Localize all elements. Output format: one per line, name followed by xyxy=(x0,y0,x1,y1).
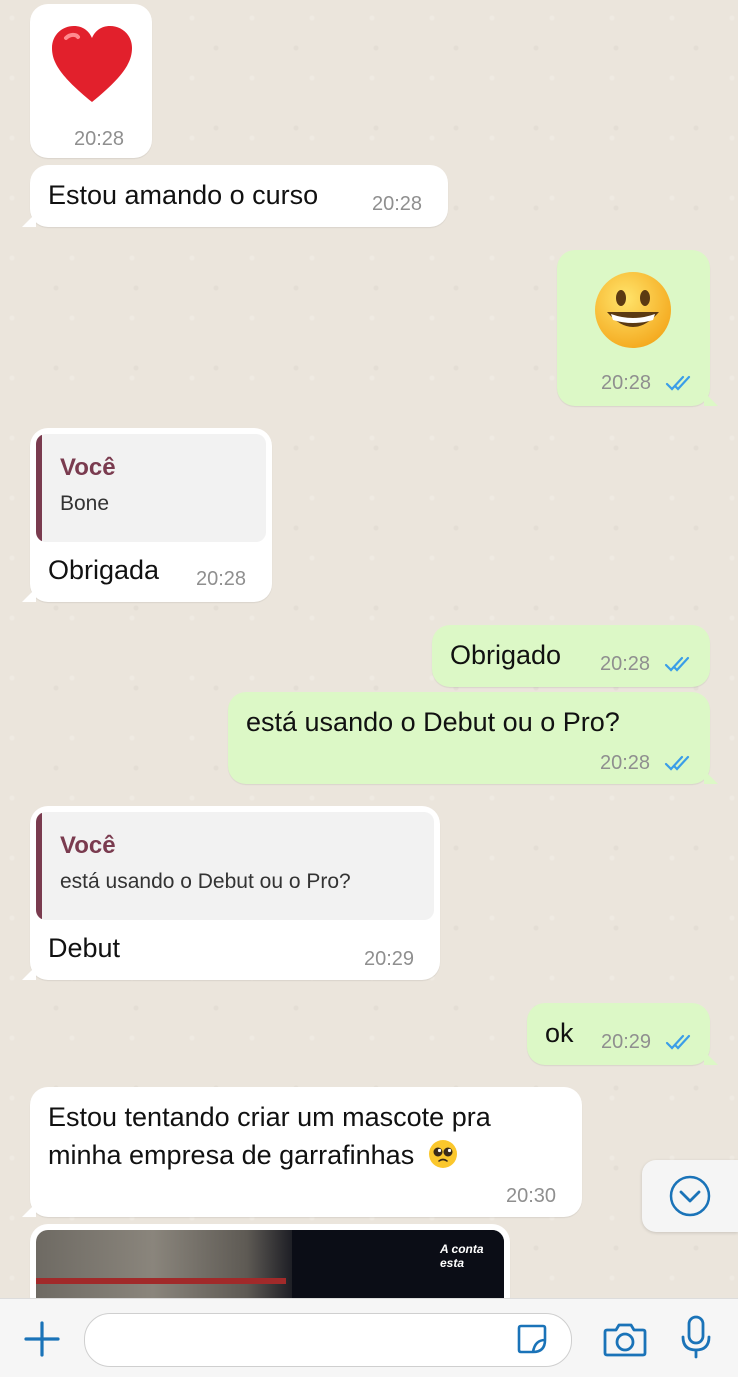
quote-bar xyxy=(36,812,42,920)
chevron-down-icon xyxy=(669,1175,711,1217)
message-reply[interactable]: Você está usando o Debut ou o Pro? Debut… xyxy=(22,806,440,980)
message-time: 20:28 xyxy=(601,372,652,394)
read-checks-icon xyxy=(665,1034,691,1050)
read-checks-icon xyxy=(664,755,690,771)
message-text: ok xyxy=(545,1018,574,1048)
message-heart[interactable]: 20:28 xyxy=(30,4,152,158)
message-text: está usando o Debut ou o Pro? xyxy=(246,707,620,737)
quote-bar xyxy=(36,434,42,542)
quote-text: está usando o Debut ou o Pro? xyxy=(60,870,351,893)
message-time: 20:28 xyxy=(600,653,651,675)
red-heart-emoji-icon xyxy=(52,26,132,102)
message-outgoing[interactable]: Obrigado 20:28 xyxy=(432,625,710,687)
message-text-line-1: Estou tentando criar um mascote pra xyxy=(48,1102,491,1132)
image-thumbnail[interactable]: A conta esta xyxy=(36,1230,504,1298)
message-text: Obrigado xyxy=(450,640,562,670)
message-outgoing[interactable]: ok 20:29 xyxy=(527,1003,718,1065)
message-outgoing[interactable]: está usando o Debut ou o Pro? 20:28 xyxy=(228,692,718,784)
message-time: 20:29 xyxy=(364,948,415,970)
chat-area[interactable]: 20:28 Estou amando o curso 20:28 20:28 V… xyxy=(0,0,738,1298)
message-incoming[interactable]: Estou amando o curso 20:28 xyxy=(22,165,448,227)
composer-bar xyxy=(0,1298,738,1377)
message-time: 20:28 xyxy=(372,193,423,215)
quote-text: Bone xyxy=(60,492,110,515)
message-text-line-2-text: minha empresa de garrafinhas xyxy=(48,1140,415,1170)
quoted-message[interactable]: Você Bone xyxy=(36,434,266,542)
image-red-stripe xyxy=(36,1278,286,1284)
image-caption: A conta esta xyxy=(440,1242,484,1270)
message-text-line-2: minha empresa de garrafinhas xyxy=(48,1135,458,1175)
grinning-face-emoji-icon xyxy=(595,272,671,348)
message-input[interactable] xyxy=(84,1313,572,1367)
camera-icon[interactable] xyxy=(603,1321,647,1357)
sticker-icon[interactable] xyxy=(515,1322,549,1356)
message-text: Obrigada xyxy=(48,555,160,585)
message-reply[interactable]: Você Bone Obrigada 20:28 xyxy=(22,428,272,602)
message-incoming[interactable]: Estou tentando criar um mascote pra minh… xyxy=(22,1087,582,1217)
microphone-icon[interactable] xyxy=(680,1315,712,1359)
message-grinning-face[interactable]: 20:28 xyxy=(557,250,718,406)
message-text: Estou amando o curso xyxy=(48,180,319,210)
scroll-to-bottom-button[interactable] xyxy=(642,1160,738,1232)
read-checks-icon xyxy=(664,656,690,672)
quote-author: Você xyxy=(60,832,116,859)
read-checks-icon xyxy=(665,375,691,391)
message-time: 20:28 xyxy=(196,568,247,590)
plus-icon[interactable] xyxy=(22,1319,62,1359)
pleading-face-emoji-icon xyxy=(428,1140,457,1168)
message-time: 20:30 xyxy=(506,1185,557,1207)
quoted-message[interactable]: Você está usando o Debut ou o Pro? xyxy=(36,812,434,920)
quote-author: Você xyxy=(60,454,116,481)
message-time: 20:28 xyxy=(74,128,125,150)
message-time: 20:28 xyxy=(600,752,651,774)
message-time: 20:29 xyxy=(601,1031,652,1053)
message-image[interactable]: A conta esta xyxy=(30,1224,510,1298)
message-text: Debut xyxy=(48,933,121,963)
